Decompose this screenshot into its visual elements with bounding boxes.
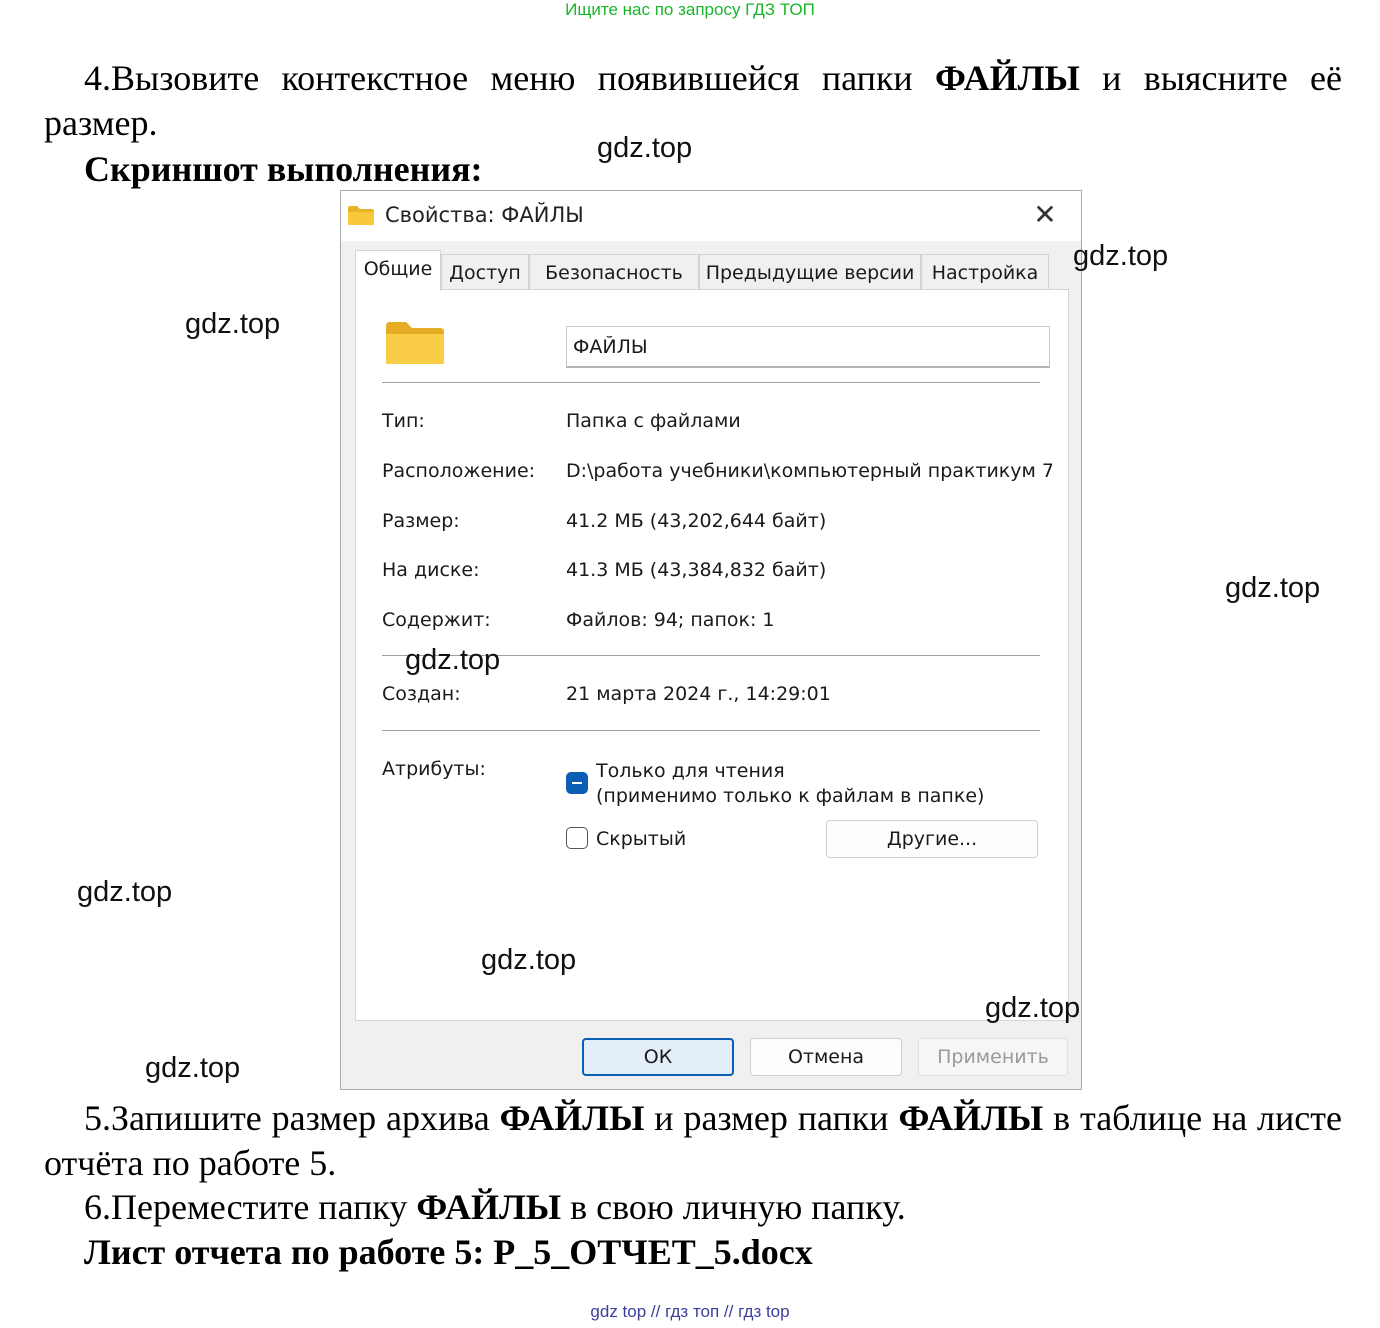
cancel-button[interactable]: Отмена xyxy=(750,1038,902,1076)
contains-label: Содержит: xyxy=(382,609,491,631)
hidden-checkbox[interactable] xyxy=(566,827,588,849)
step-4-text: 4.Вызовите контекстное меню появившейся … xyxy=(44,56,1342,146)
readonly-note: (применимо только к файлам в папке) xyxy=(596,785,985,807)
size-label: Размер: xyxy=(382,510,460,532)
disk-size-value: 41.3 МБ (43,384,832 байт) xyxy=(566,559,827,581)
watermark: gdz.top xyxy=(481,944,577,976)
folder-icon xyxy=(348,206,374,225)
tab-general[interactable]: Общие xyxy=(355,250,441,291)
step-4-prefix: 4.Вызовите контекстное меню появившейся … xyxy=(84,58,936,98)
step-6-text: 6.Переместите папку ФАЙЛЫ в свою личную … xyxy=(84,1185,906,1230)
location-label: Расположение: xyxy=(382,460,536,482)
contains-value: Файлов: 94; папок: 1 xyxy=(566,609,775,631)
apply-button[interactable]: Применить xyxy=(918,1038,1068,1076)
dialog-titlebar[interactable]: Свойства: ФАЙЛЫ ✕ xyxy=(341,191,1081,241)
advanced-button[interactable]: Другие... xyxy=(826,820,1038,858)
large-folder-icon xyxy=(386,322,444,364)
folder-name-input[interactable] xyxy=(566,326,1050,368)
report-heading: Лист отчета по работе 5: P_5_ОТЧЕТ_5.doc… xyxy=(84,1232,813,1272)
separator xyxy=(382,730,1040,731)
close-icon[interactable]: ✕ xyxy=(1029,199,1061,231)
step-6-bold: ФАЙЛЫ xyxy=(416,1187,562,1227)
watermark: gdz.top xyxy=(1225,572,1321,604)
step-4-bold: ФАЙЛЫ xyxy=(935,58,1080,98)
tab-sharing[interactable]: Доступ xyxy=(441,254,529,290)
tab-previous-versions[interactable]: Предыдущие версии xyxy=(699,254,921,290)
watermark: gdz.top xyxy=(77,876,173,908)
watermark: gdz.top xyxy=(1073,240,1169,272)
size-value: 41.2 МБ (43,202,644 байт) xyxy=(566,510,827,532)
tab-security[interactable]: Безопасность xyxy=(529,254,699,290)
watermark: gdz.top xyxy=(405,644,501,676)
created-value: 21 марта 2024 г., 14:29:01 xyxy=(566,683,831,705)
type-label: Тип: xyxy=(382,410,425,432)
step-5-middle: и размер папки xyxy=(644,1098,899,1138)
readonly-checkbox[interactable] xyxy=(566,772,588,794)
watermark: gdz.top xyxy=(185,308,281,340)
top-banner: Ищите нас по запросу ГДЗ ТОП xyxy=(565,0,815,19)
step-6-suffix: в свою личную папку. xyxy=(561,1187,906,1227)
step-5-bold-folder: ФАЙЛЫ xyxy=(898,1098,1044,1138)
readonly-label[interactable]: Только для чтения xyxy=(596,760,785,782)
watermark: gdz.top xyxy=(597,132,693,164)
properties-dialog: Свойства: ФАЙЛЫ ✕ Общие Доступ Безопасно… xyxy=(340,190,1082,1090)
watermark: gdz.top xyxy=(145,1052,241,1084)
hidden-label[interactable]: Скрытый xyxy=(596,828,686,850)
tab-customize[interactable]: Настройка xyxy=(921,254,1049,290)
disk-size-label: На диске: xyxy=(382,559,480,581)
ok-button[interactable]: ОК xyxy=(582,1038,734,1076)
watermark: gdz.top xyxy=(985,992,1081,1024)
type-value: Папка с файлами xyxy=(566,410,741,432)
step-5-bold-archive: ФАЙЛЫ xyxy=(499,1098,645,1138)
dialog-title: Свойства: ФАЙЛЫ xyxy=(385,203,584,227)
step-6-prefix: 6.Переместите папку xyxy=(84,1187,417,1227)
attributes-label: Атрибуты: xyxy=(382,758,486,780)
step-5-text: 5.Запишите размер архива ФАЙЛЫ и размер … xyxy=(44,1096,1342,1186)
footer-watermark: gdz top // гдз топ // гдз top xyxy=(590,1302,790,1321)
step-5-prefix: 5.Запишите размер архива xyxy=(84,1098,500,1138)
created-label: Создан: xyxy=(382,683,461,705)
location-value: D:\работа учебники\компьютерный практику… xyxy=(566,460,1052,482)
separator xyxy=(382,382,1040,383)
screenshot-heading: Скриншот выполнения: xyxy=(84,149,483,189)
